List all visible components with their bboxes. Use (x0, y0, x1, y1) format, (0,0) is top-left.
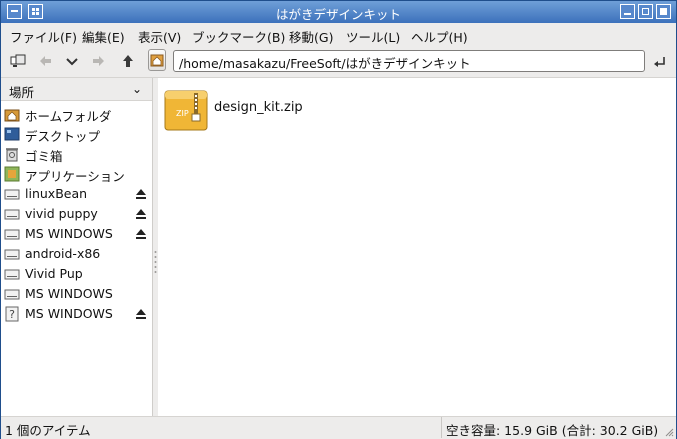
drive-icon (4, 229, 20, 240)
menu-bookmarks[interactable]: ブックマーク(B) (192, 27, 285, 46)
menu-help[interactable]: ヘルプ(H) (411, 27, 468, 46)
maximize-button[interactable] (638, 4, 653, 19)
sidebar-item-vivid-pup[interactable]: Vivid Pup (1, 264, 152, 284)
menu-view[interactable]: 表示(V) (138, 27, 181, 46)
toolbar: /home/masakazu/FreeSoft/はがきデザインキット (1, 45, 676, 78)
menu-tools[interactable]: ツール(L) (346, 27, 400, 46)
drive-icon (4, 189, 20, 200)
resize-grip-icon[interactable] (664, 427, 674, 437)
svg-text:?: ? (9, 308, 15, 321)
back-arrow-icon[interactable] (37, 53, 53, 69)
chevron-down-icon[interactable]: ⌄ (132, 82, 142, 96)
file-view[interactable]: ZIP design_kit.zip (158, 78, 676, 416)
item-count: 1 個のアイテム (5, 423, 91, 438)
file-manager-window: はがきデザインキット ファイル(F) 編集(E) 表示(V) ブックマーク(B)… (0, 0, 677, 439)
eject-icon[interactable] (135, 188, 147, 200)
eject-icon[interactable] (135, 308, 147, 320)
free-space-label: 空き容量: 15.9 GiB (合計: 30.2 GiB) (446, 423, 659, 438)
menu-go[interactable]: 移動(G) (289, 27, 333, 46)
sidebar-item-applications[interactable]: アプリケーション (1, 164, 152, 184)
forward-arrow-icon[interactable] (91, 53, 107, 69)
file-name: design_kit.zip (214, 100, 303, 115)
home-icon (150, 54, 164, 67)
minimize-button[interactable] (620, 4, 635, 19)
sidebar-item-ms-windows[interactable]: MS WINDOWS (1, 224, 152, 244)
unknown-drive-icon: ? (5, 306, 19, 322)
path-home-button[interactable] (148, 49, 166, 71)
status-bar: 1 個のアイテム 空き容量: 15.9 GiB (合計: 30.2 GiB) (1, 416, 676, 439)
sidebar-title: 場所 (9, 85, 35, 100)
menu-bar: ファイル(F) 編集(E) 表示(V) ブックマーク(B) 移動(G) ツール(… (1, 23, 676, 45)
location-bar[interactable]: /home/masakazu/FreeSoft/はがきデザインキット (173, 50, 645, 72)
eject-icon[interactable] (135, 228, 147, 240)
applications-icon (4, 166, 20, 182)
drive-icon (4, 249, 20, 260)
home-folder-icon (4, 109, 20, 122)
sidebar-item-android-x86[interactable]: android-x86 (1, 244, 152, 264)
trash-icon (6, 148, 18, 162)
places-sidebar: 場所 ⌄ ホームフォルダ デスクトップ ゴミ箱 アプリケーション linuxBe… (1, 78, 153, 416)
title-bar[interactable]: はがきデザインキット (1, 1, 676, 23)
menu-edit[interactable]: 編集(E) (82, 27, 125, 46)
drive-icon (4, 289, 20, 300)
window-title: はがきデザインキット (275, 7, 401, 22)
eject-icon[interactable] (135, 208, 147, 220)
sidebar-header[interactable]: 場所 ⌄ (1, 78, 152, 101)
free-space-panel: 空き容量: 15.9 GiB (合計: 30.2 GiB) (441, 417, 660, 438)
zip-archive-icon: ZIP (164, 90, 208, 131)
sidebar-item-ms-windows-2[interactable]: MS WINDOWS (1, 284, 152, 304)
sidebar-item-home[interactable]: ホームフォルダ (1, 104, 152, 124)
sidebar-item-desktop[interactable]: デスクトップ (1, 124, 152, 144)
go-enter-icon[interactable] (652, 54, 668, 70)
close-button[interactable] (656, 4, 671, 19)
sidebar-item-linuxbean[interactable]: linuxBean (1, 184, 152, 204)
zip-badge: ZIP (176, 109, 189, 118)
history-dropdown-icon[interactable] (64, 53, 80, 69)
new-window-icon[interactable] (10, 53, 26, 69)
up-arrow-icon[interactable] (120, 53, 136, 69)
splitter-grip-icon (154, 251, 157, 273)
sidebar-item-vivid-puppy[interactable]: vivid puppy (1, 204, 152, 224)
desktop-icon (4, 127, 20, 141)
sidebar-item-ms-windows-3[interactable]: ? MS WINDOWS (1, 304, 152, 324)
drive-icon (4, 209, 20, 220)
menu-file[interactable]: ファイル(F) (10, 27, 77, 46)
sidebar-item-trash[interactable]: ゴミ箱 (1, 144, 152, 164)
drive-icon (4, 269, 20, 280)
